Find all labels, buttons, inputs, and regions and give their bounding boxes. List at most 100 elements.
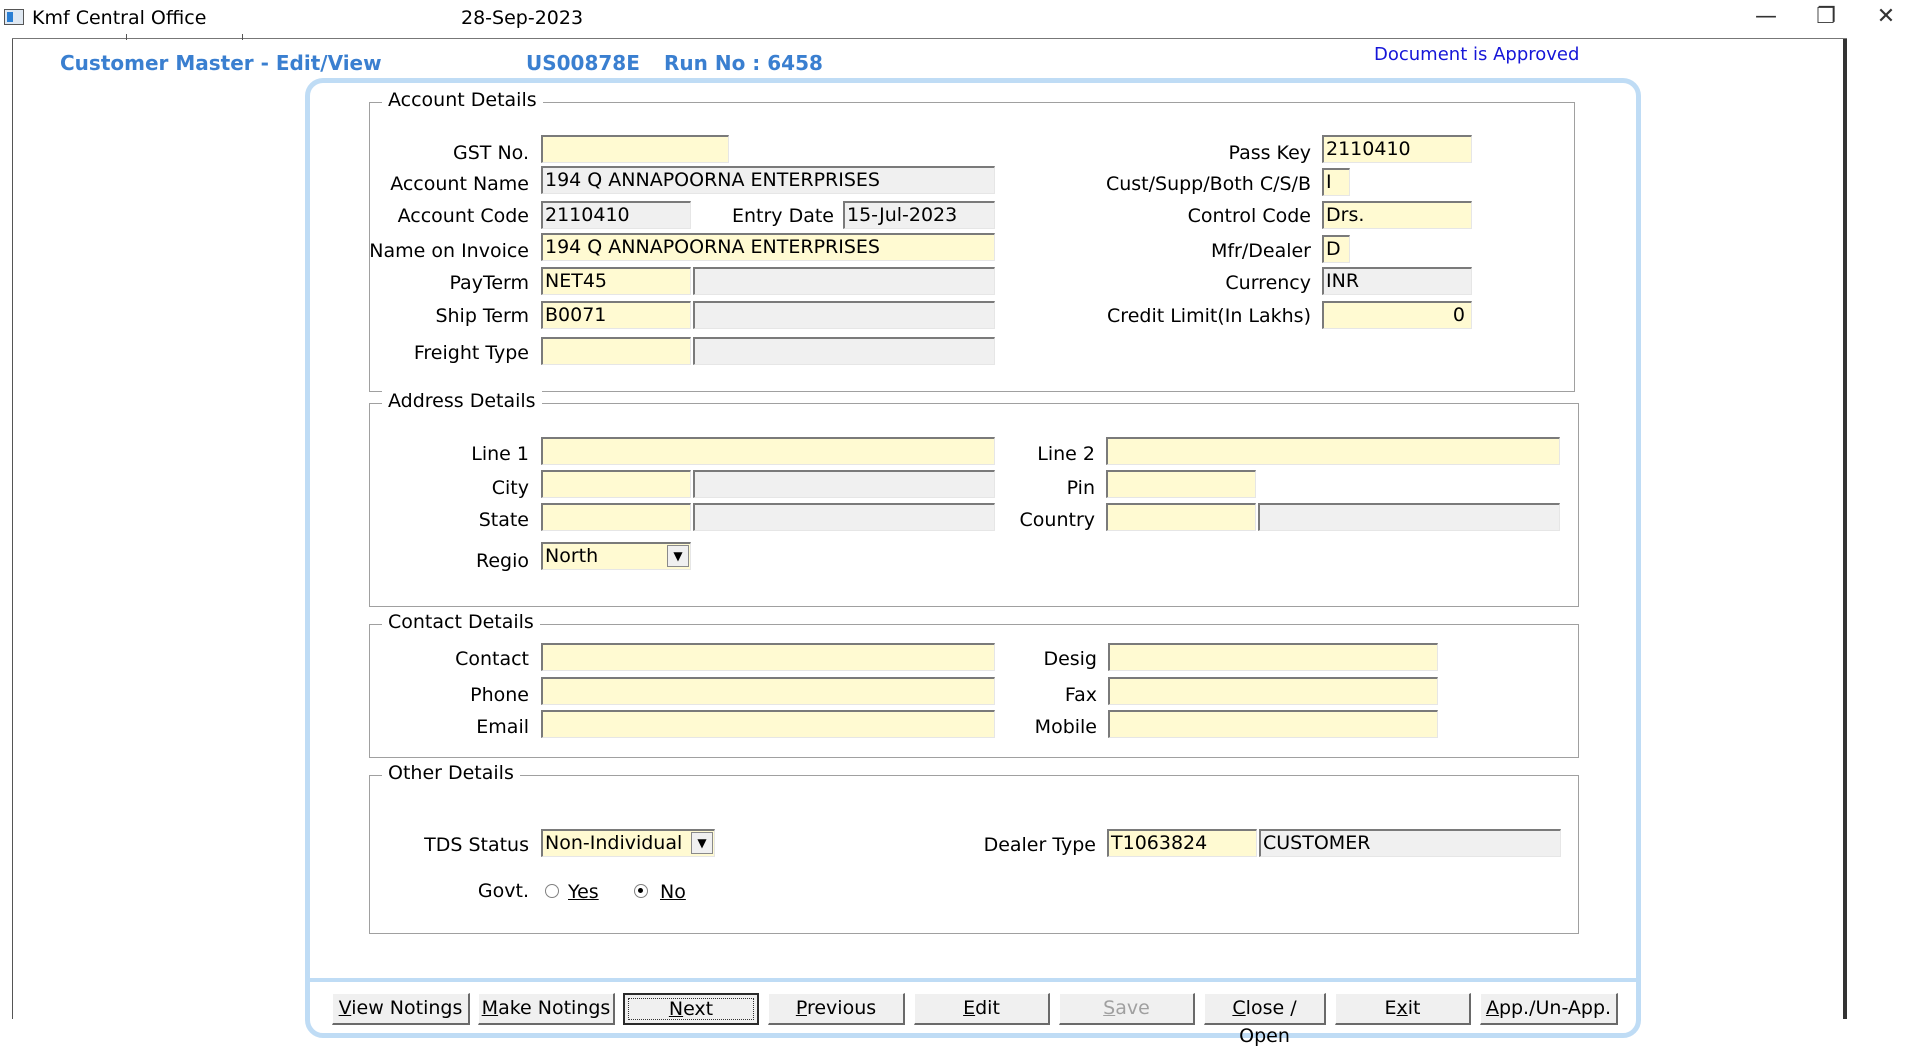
pin-label: Pin xyxy=(1066,477,1095,499)
panel-divider xyxy=(310,978,1636,982)
dealer-type-description: CUSTOMER xyxy=(1259,829,1561,857)
fax-label: Fax xyxy=(1064,684,1097,706)
dealer-type-label: Dealer Type xyxy=(983,834,1096,856)
entry-date-label: Entry Date xyxy=(731,205,834,227)
govt-yes-label[interactable]: Yes xyxy=(568,881,599,903)
country-description xyxy=(1258,503,1560,531)
tab-divider xyxy=(242,34,243,40)
chevron-down-icon[interactable]: ▼ xyxy=(667,545,689,567)
gst-input[interactable] xyxy=(541,135,729,163)
dealer-type-code-input[interactable]: T1063824 xyxy=(1107,829,1257,857)
pass-key-input[interactable]: 2110410 xyxy=(1322,135,1472,163)
country-label: Country xyxy=(1019,509,1095,531)
chevron-down-icon[interactable]: ▼ xyxy=(691,832,713,854)
mobile-label: Mobile xyxy=(1034,716,1097,738)
address-line1-input[interactable] xyxy=(541,437,995,465)
approval-status: Document is Approved xyxy=(1374,44,1580,65)
window-title-bar: Kmf Central Office 28-Sep-2023 — ❐ ✕ xyxy=(0,0,1920,38)
payterm-input[interactable]: NET45 xyxy=(541,267,691,295)
city-label: City xyxy=(491,477,529,499)
cust-supp-input[interactable]: I xyxy=(1322,168,1350,196)
email-input[interactable] xyxy=(541,710,995,738)
frame-right-border xyxy=(1843,38,1847,1019)
freight-type-input[interactable] xyxy=(541,337,691,365)
mfr-dealer-input[interactable]: D xyxy=(1322,235,1350,263)
tds-status-value: Non-Individual xyxy=(545,832,683,854)
address-line2-input[interactable] xyxy=(1106,437,1560,465)
account-code-input[interactable]: 2110410 xyxy=(541,201,691,229)
state-input[interactable] xyxy=(541,503,691,531)
tds-status-label: TDS Status xyxy=(424,834,529,856)
save-button[interactable]: Save xyxy=(1059,993,1195,1025)
entry-date-input[interactable]: 15-Jul-2023 xyxy=(843,201,995,229)
account-name-input[interactable]: 194 Q ANNAPOORNA ENTERPRISES xyxy=(541,166,995,194)
govt-yes-radio[interactable] xyxy=(545,884,559,898)
region-value: North xyxy=(545,545,599,567)
freight-type-description xyxy=(693,337,995,365)
pin-input[interactable] xyxy=(1106,470,1256,498)
close-icon[interactable]: ✕ xyxy=(1856,0,1916,36)
freight-type-label: Freight Type xyxy=(413,342,529,364)
other-details-legend: Other Details xyxy=(382,762,520,784)
pass-key-label: Pass Key xyxy=(1228,142,1311,164)
name-on-invoice-label: Name on Invoice xyxy=(369,240,529,262)
contact-details-legend: Contact Details xyxy=(382,611,540,633)
payterm-label: PayTerm xyxy=(449,272,529,294)
name-on-invoice-input[interactable]: 194 Q ANNAPOORNA ENTERPRISES xyxy=(541,233,995,261)
city-description xyxy=(693,470,995,498)
desig-input[interactable] xyxy=(1108,643,1438,671)
frame-top-border xyxy=(12,38,1847,39)
contact-input[interactable] xyxy=(541,643,995,671)
credit-limit-input[interactable]: 0 xyxy=(1322,301,1472,329)
make-notings-button[interactable]: Make Notings xyxy=(478,993,615,1025)
app-window-icon xyxy=(4,9,24,25)
govt-no-label[interactable]: No xyxy=(660,881,686,903)
line2-label: Line 2 xyxy=(1037,443,1095,465)
govt-label: Govt. xyxy=(477,880,529,902)
desig-label: Desig xyxy=(1043,648,1097,670)
account-name-label: Account Name xyxy=(390,173,529,195)
address-details-legend: Address Details xyxy=(382,390,542,412)
city-input[interactable] xyxy=(541,470,691,498)
mobile-input[interactable] xyxy=(1108,710,1438,738)
region-select[interactable]: North ▼ xyxy=(541,542,691,570)
payterm-description xyxy=(693,267,995,295)
form-title: Customer Master - Edit/View xyxy=(60,51,382,75)
account-code-label: Account Code xyxy=(397,205,529,227)
currency-label: Currency xyxy=(1225,272,1311,294)
restore-icon[interactable]: ❐ xyxy=(1796,0,1856,36)
title-date: 28-Sep-2023 xyxy=(461,7,584,29)
control-code-input[interactable]: Drs. xyxy=(1322,201,1472,229)
previous-button[interactable]: Previous xyxy=(768,993,905,1025)
gst-label: GST No. xyxy=(453,142,529,164)
exit-button[interactable]: Exit xyxy=(1335,993,1471,1025)
country-input[interactable] xyxy=(1106,503,1256,531)
view-notings-button[interactable]: View Notings xyxy=(332,993,470,1025)
phone-label: Phone xyxy=(470,684,529,706)
minimize-icon[interactable]: — xyxy=(1736,0,1796,36)
shipterm-input[interactable]: B0071 xyxy=(541,301,691,329)
state-label: State xyxy=(478,509,529,531)
account-details-legend: Account Details xyxy=(382,89,543,111)
shipterm-label: Ship Term xyxy=(435,305,529,327)
phone-input[interactable] xyxy=(541,677,995,705)
next-button[interactable]: Next xyxy=(623,993,759,1025)
approve-unapprove-button[interactable]: App./Un-App. xyxy=(1480,993,1618,1025)
email-label: Email xyxy=(476,716,529,738)
govt-no-radio[interactable] xyxy=(634,884,648,898)
shipterm-description xyxy=(693,301,995,329)
state-description xyxy=(693,503,995,531)
frame-left-border xyxy=(12,38,13,1019)
region-label: Regio xyxy=(475,550,529,572)
cust-supp-label: Cust/Supp/Both C/S/B xyxy=(1105,173,1311,195)
line1-label: Line 1 xyxy=(471,443,529,465)
close-open-button[interactable]: Close / Open xyxy=(1204,993,1326,1047)
fax-input[interactable] xyxy=(1108,677,1438,705)
credit-limit-label: Credit Limit(In Lakhs) xyxy=(1107,305,1311,327)
currency-input[interactable]: INR xyxy=(1322,267,1472,295)
tds-status-select[interactable]: Non-Individual ▼ xyxy=(541,829,715,857)
app-title: Kmf Central Office xyxy=(32,7,207,29)
edit-button[interactable]: Edit xyxy=(914,993,1050,1025)
document-code: US00878E xyxy=(526,51,640,75)
tab-divider xyxy=(126,34,127,40)
